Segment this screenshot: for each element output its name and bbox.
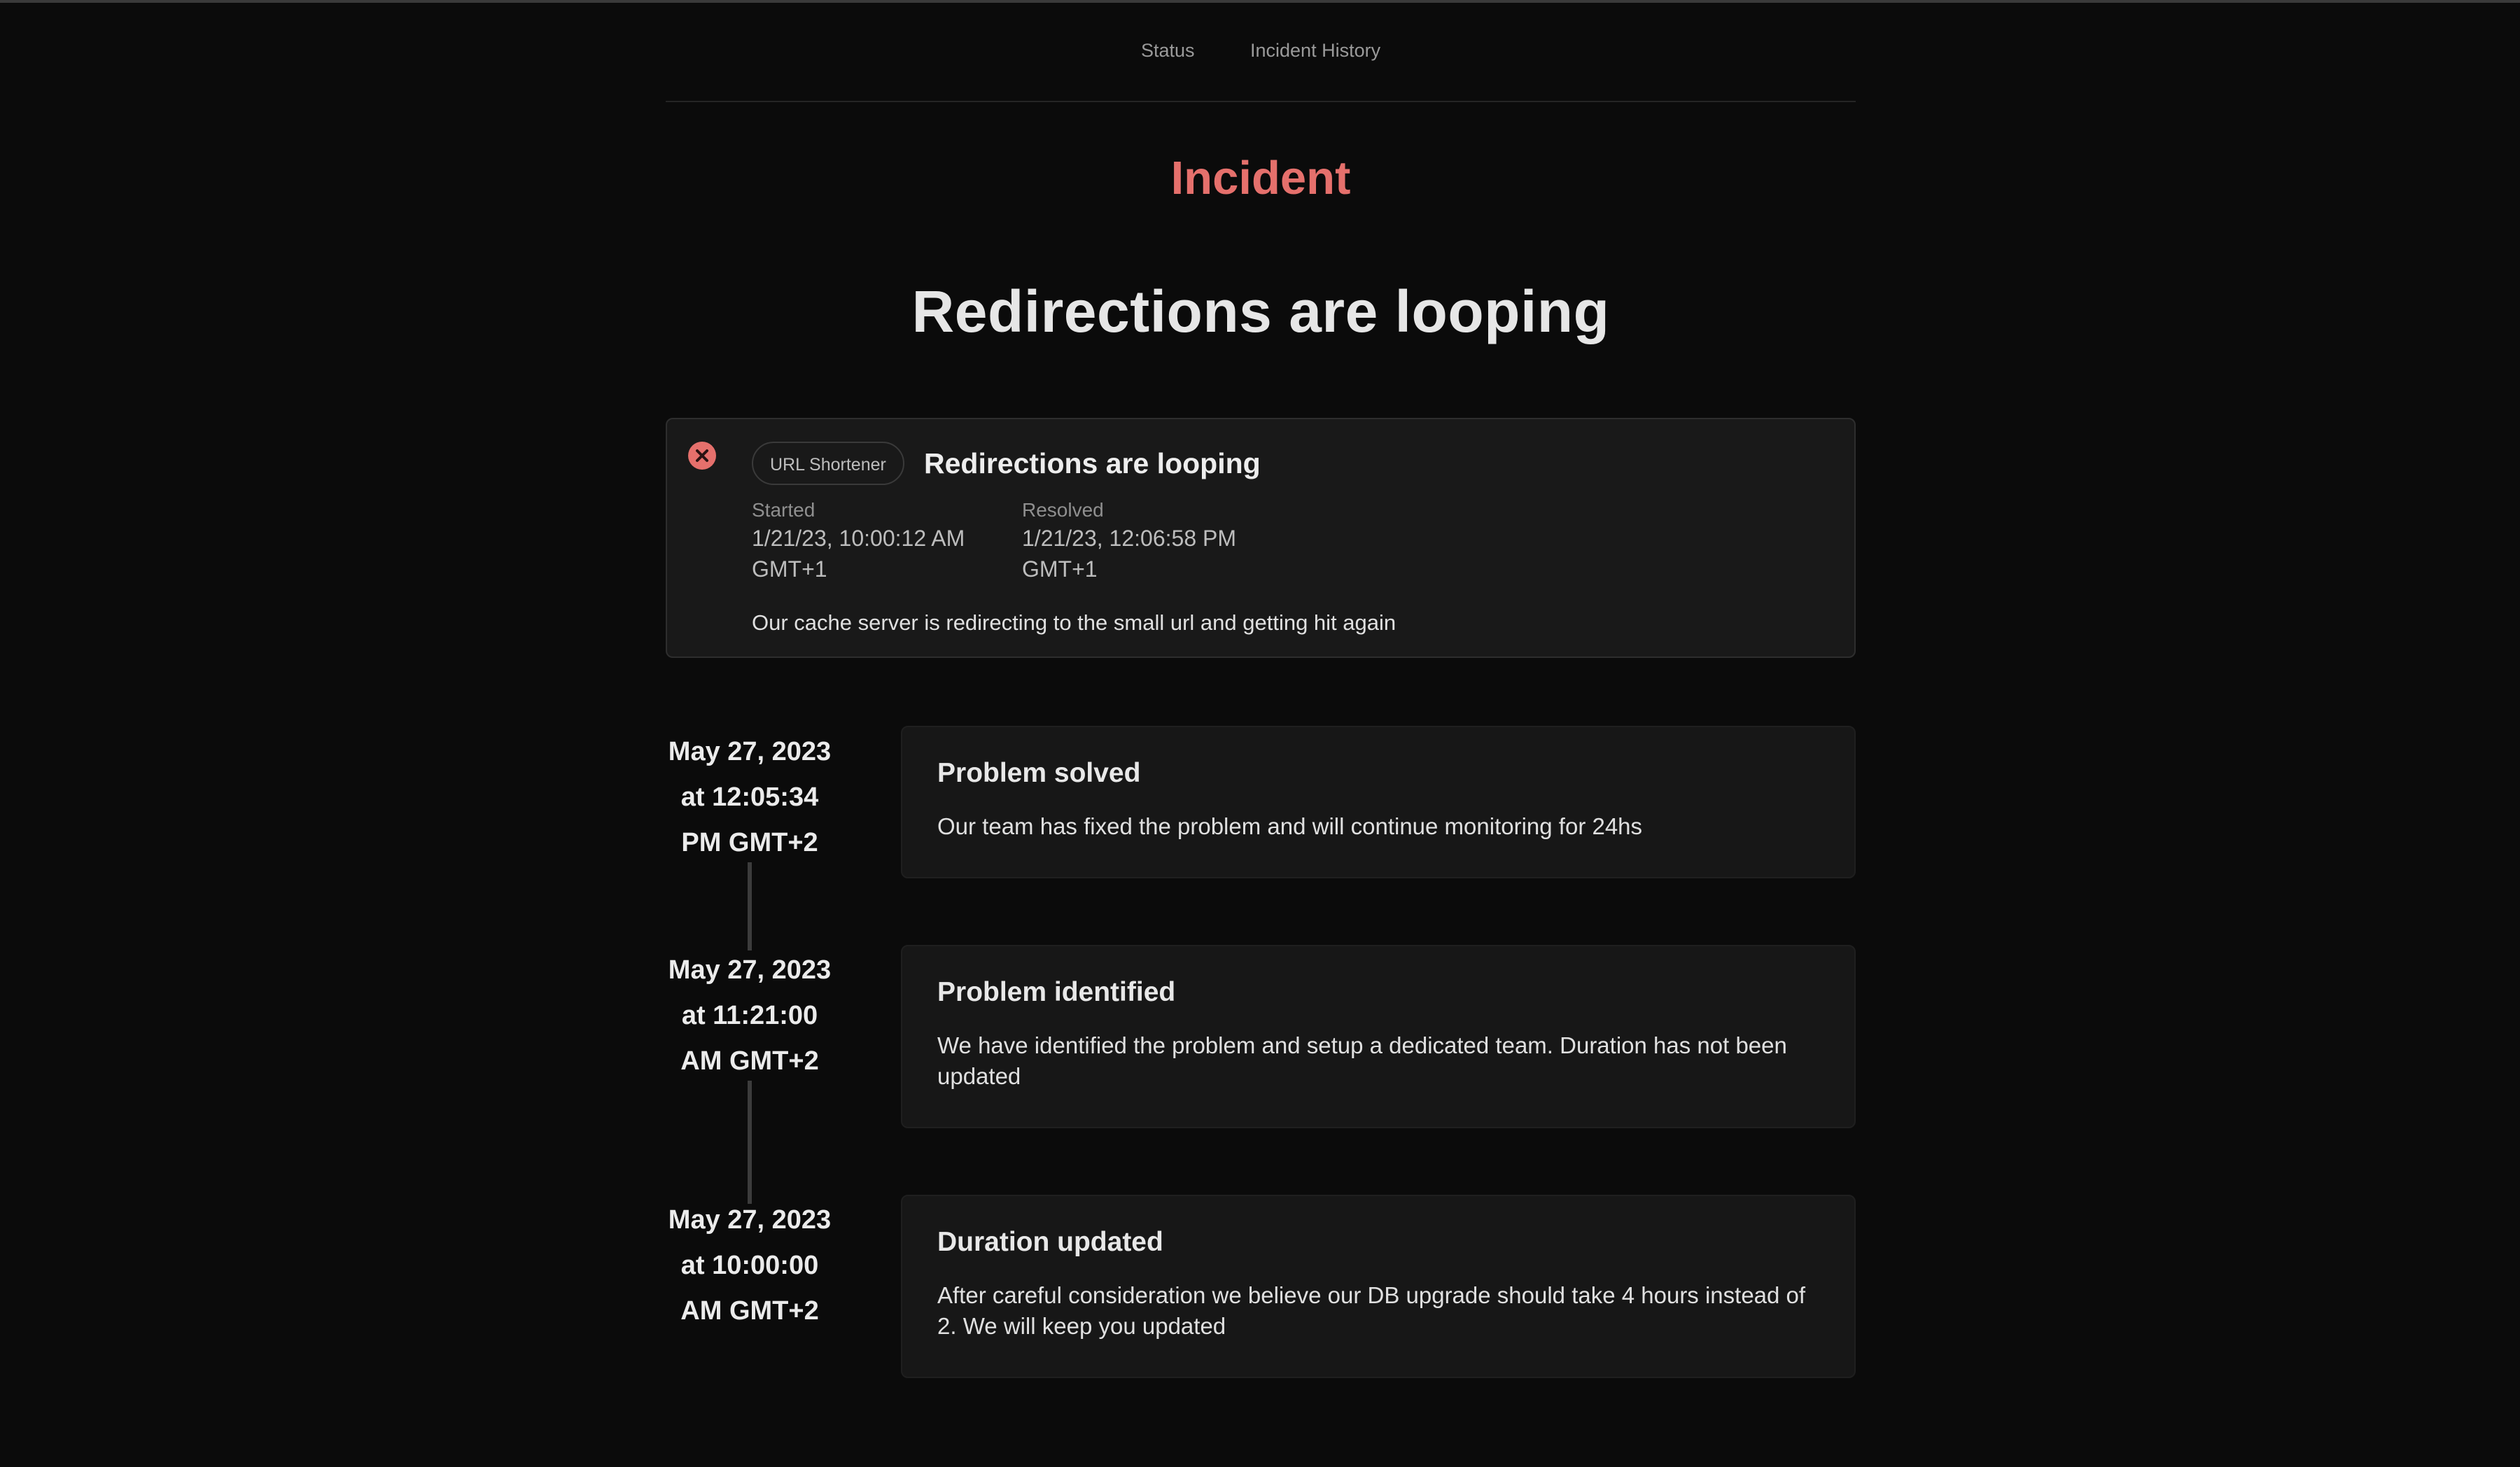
service-badge[interactable]: URL Shortener [752,442,904,485]
started-timezone: GMT+1 [752,556,827,582]
started-info: Started 1/21/23, 10:00:12 AM GMT+1 [752,498,965,584]
incident-kicker: Incident [1170,152,1351,204]
started-date: 1/21/23, 10:00:12 AM [752,526,965,551]
page-container: Status Incident History Incident Redirec… [666,0,1856,1378]
timeline-connector [748,862,752,950]
update-timezone: AM GMT+2 [680,1046,819,1076]
update-timestamp: May 27, 2023 at 12:05:34 PM GMT+2 [666,729,834,866]
update-title: Duration updated [937,1227,1163,1257]
nav-link-incident-history[interactable]: Incident History [1250,38,1380,63]
resolved-info: Resolved 1/21/23, 12:06:58 PM GMT+1 [1022,498,1236,584]
update-timezone: PM GMT+2 [681,828,818,857]
update-timezone: AM GMT+2 [680,1296,819,1326]
update-body: We have identified the problem and setup… [937,1032,1787,1089]
update-timestamp: May 27, 2023 at 10:00:00 AM GMT+2 [666,1198,834,1334]
update-card: Problem solved Our team has fixed the pr… [901,726,1856,878]
update-card: Problem identified We have identified th… [901,945,1856,1128]
incident-title: Redirections are looping [924,447,1261,479]
update-date: May 27, 2023 [668,1205,832,1235]
update-body: Our team has fixed the problem and will … [937,813,1643,839]
update-date: May 27, 2023 [668,955,832,985]
update-title: Problem identified [937,977,1176,1007]
incident-description: Our cache server is redirecting to the s… [752,610,1396,635]
resolved-date: 1/21/23, 12:06:58 PM [1022,526,1236,551]
update-body: After careful consideration we believe o… [937,1282,1806,1339]
resolved-timezone: GMT+1 [1022,556,1098,582]
resolved-label: Resolved [1022,499,1104,521]
page-title: Redirections are looping [911,279,1610,344]
incident-summary-card: URL Shortener Redirections are looping S… [666,418,1856,658]
update-date: May 27, 2023 [668,737,832,766]
close-circle-icon [688,442,716,470]
update-card: Duration updated After careful considera… [901,1195,1856,1378]
update-title: Problem solved [937,758,1141,788]
started-label: Started [752,499,816,521]
update-timestamp: May 27, 2023 at 11:21:00 AM GMT+2 [666,948,834,1084]
update-time: at 12:05:34 [680,782,819,812]
update-time: at 11:21:00 [681,1001,818,1030]
timeline-connector [748,1081,752,1204]
update-time: at 10:00:00 [680,1251,819,1280]
top-nav: Status Incident History [666,0,1856,102]
nav-link-status[interactable]: Status [1141,38,1195,63]
